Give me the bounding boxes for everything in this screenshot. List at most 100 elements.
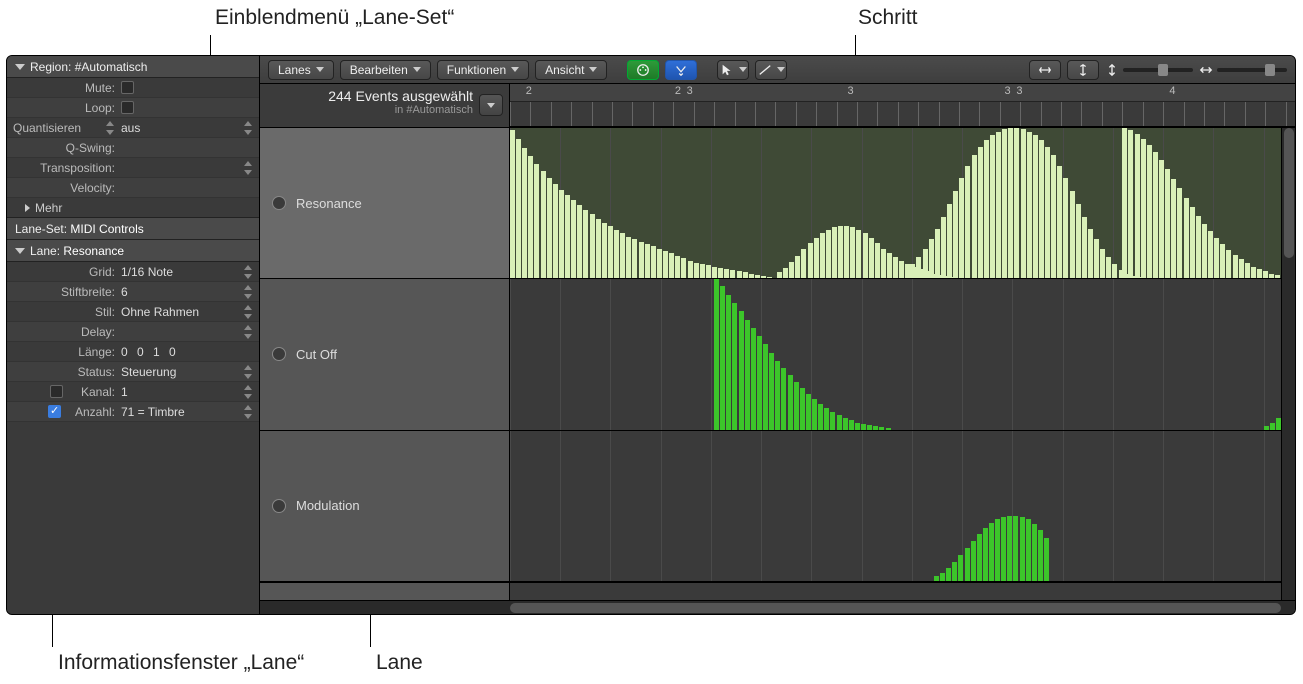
stepper-icon[interactable] <box>243 285 253 299</box>
callout-lane-info: Informationsfenster „Lane“ <box>58 651 304 675</box>
event-count-line1: 244 Events ausgewählt <box>268 88 473 104</box>
quantize-row[interactable]: Quantisieren aus <box>7 118 259 138</box>
more-label: Mehr <box>35 201 62 215</box>
ruler[interactable]: 2233334 <box>510 84 1295 127</box>
quantize-stepper-icon[interactable] <box>105 121 115 135</box>
edit-menu[interactable]: Bearbeiten <box>340 60 431 80</box>
mute-checkbox[interactable] <box>121 81 134 94</box>
style-row[interactable]: Stil: Ohne Rahmen <box>7 302 259 322</box>
disclosure-triangle-icon <box>15 64 25 70</box>
loop-checkbox[interactable] <box>121 101 134 114</box>
number-checkbox[interactable] <box>48 405 61 418</box>
laneset-label: Lane-Set: <box>15 222 67 236</box>
channel-row[interactable]: Kanal: 1 <box>7 382 259 402</box>
loop-row[interactable]: Loop: <box>7 98 259 118</box>
qswing-row[interactable]: Q-Swing: <box>7 138 259 158</box>
lane-header-resonance[interactable]: Resonance <box>260 128 510 278</box>
number-value: 71 = Timbre <box>121 405 185 419</box>
midi-icon <box>636 63 650 77</box>
penwidth-label: Stiftbreite: <box>13 285 121 299</box>
line-tool[interactable] <box>755 60 787 80</box>
main-area: Lanes Bearbeiten Funktionen Ansicht <box>260 56 1295 614</box>
transposition-label: Transposition: <box>13 161 121 175</box>
stepper-icon[interactable] <box>243 365 253 379</box>
caret-down-icon <box>777 67 785 72</box>
laneset-value: MIDI Controls <box>70 222 143 236</box>
snap-v-icon <box>1076 63 1090 77</box>
penwidth-value: 6 <box>121 285 128 299</box>
lane-body-modulation[interactable] <box>510 431 1295 581</box>
v-scrollbar[interactable] <box>1281 128 1295 600</box>
more-row[interactable]: Mehr <box>7 198 259 218</box>
view-menu[interactable]: Ansicht <box>535 60 607 80</box>
snap-h-button[interactable] <box>1029 60 1061 80</box>
lane-name: Resonance <box>296 196 362 211</box>
stepper-icon[interactable] <box>243 161 253 175</box>
lane-stub <box>260 582 1295 600</box>
channel-label: Kanal: <box>81 385 115 399</box>
caret-down-icon <box>413 67 421 72</box>
lane-header[interactable]: Lane: Resonance <box>7 240 259 262</box>
step-editor-window: Region: #Automatisch Mute: Loop: Quantis… <box>6 55 1296 615</box>
h-zoom-slider[interactable] <box>1199 63 1287 77</box>
lane-select-radio[interactable] <box>272 347 286 361</box>
channel-checkbox[interactable] <box>50 385 63 398</box>
list-button[interactable] <box>479 94 503 116</box>
delay-row[interactable]: Delay: <box>7 322 259 342</box>
grid-value: 1/16 Note <box>121 265 173 279</box>
midi-out-button[interactable] <box>665 60 697 80</box>
stepper-icon[interactable] <box>243 405 253 419</box>
callout-lane: Lane <box>376 651 423 675</box>
disclosure-triangle-icon <box>15 248 25 254</box>
callout-laneset-menu: Einblendmenü „Lane-Set“ <box>215 6 454 30</box>
caret-down-icon <box>316 67 324 72</box>
lane-header-modulation[interactable]: Modulation <box>260 431 510 581</box>
functions-menu[interactable]: Funktionen <box>437 60 529 80</box>
lanes-area: Resonance Cut Off Modulation <box>260 128 1295 600</box>
stepper-icon[interactable] <box>243 325 253 339</box>
number-row[interactable]: Anzahl: 71 = Timbre <box>7 402 259 422</box>
length-value: 0 0 1 0 <box>121 345 179 359</box>
region-header-label: Region: <box>30 60 71 74</box>
stepper-icon[interactable] <box>243 265 253 279</box>
velocity-row[interactable]: Velocity: <box>7 178 259 198</box>
callout-step: Schritt <box>858 6 918 30</box>
lane-select-radio[interactable] <box>272 499 286 513</box>
lane-name: Modulation <box>296 498 360 513</box>
v-zoom-slider[interactable] <box>1105 63 1193 77</box>
region-header[interactable]: Region: #Automatisch <box>7 56 259 78</box>
quantize-value: aus <box>121 121 140 135</box>
h-arrows-icon <box>1199 63 1213 77</box>
pointer-tool[interactable] <box>717 60 749 80</box>
caret-down-icon <box>487 103 495 108</box>
stepper-icon[interactable] <box>243 121 253 135</box>
status-row[interactable]: Status: Steuerung <box>7 362 259 382</box>
lane-select-radio[interactable] <box>272 196 286 210</box>
lane-name: Cut Off <box>296 347 337 362</box>
stepper-icon[interactable] <box>243 305 253 319</box>
midi-in-button[interactable] <box>627 60 659 80</box>
length-row[interactable]: Länge: 0 0 1 0 <box>7 342 259 362</box>
caret-down-icon <box>589 67 597 72</box>
lanes-menu[interactable]: Lanes <box>268 60 334 80</box>
lane-body-resonance[interactable] <box>510 128 1295 278</box>
transposition-row[interactable]: Transposition: <box>7 158 259 178</box>
lane-body-cutoff[interactable] <box>510 279 1295 429</box>
style-label: Stil: <box>13 305 121 319</box>
penwidth-row[interactable]: Stiftbreite: 6 <box>7 282 259 302</box>
snap-v-button[interactable] <box>1067 60 1099 80</box>
stepper-icon[interactable] <box>243 385 253 399</box>
quantize-label: Quantisieren <box>13 121 81 135</box>
laneset-menu[interactable]: Lane-Set: MIDI Controls <box>7 218 259 240</box>
event-count: 244 Events ausgewählt in #Automatisch <box>260 84 510 127</box>
mute-row[interactable]: Mute: <box>7 78 259 98</box>
lane-modulation: Modulation <box>260 431 1295 582</box>
status-label: Status: <box>13 365 121 379</box>
inspector-panel: Region: #Automatisch Mute: Loop: Quantis… <box>7 56 260 614</box>
subheader: 244 Events ausgewählt in #Automatisch 22… <box>260 84 1295 128</box>
grid-row[interactable]: Grid: 1/16 Note <box>7 262 259 282</box>
line-icon <box>758 63 772 77</box>
qswing-label: Q-Swing: <box>13 141 121 155</box>
h-scrollbar[interactable] <box>260 600 1295 614</box>
lane-header-cutoff[interactable]: Cut Off <box>260 279 510 429</box>
